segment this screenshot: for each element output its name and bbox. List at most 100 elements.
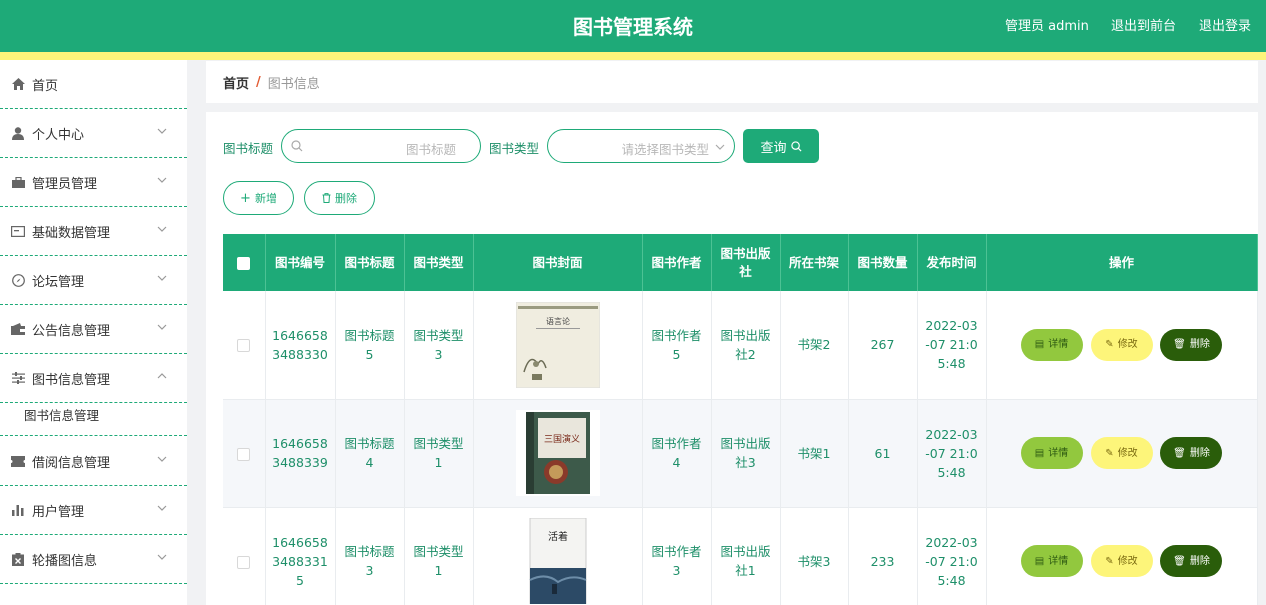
trash-icon: 🗑 (1173, 555, 1186, 567)
doc-icon: ▤ (1034, 555, 1045, 567)
table-header: 图书标题 (335, 234, 405, 291)
query-button-label: 查询 (760, 140, 787, 156)
detail-button-label: 详情 (1048, 339, 1069, 351)
table-row: 1646658 3488339 图书标题 4 图书类型 1 三国演义 图书作者 … (223, 399, 1258, 508)
row-checkbox[interactable] (237, 555, 251, 569)
book-type-cell: 图书类型 3 (404, 291, 474, 400)
breadcrumb-current: 图书信息 (267, 76, 320, 92)
breadcrumb-separator: / (256, 74, 261, 90)
trash-icon (322, 193, 331, 203)
detail-button-label: 详情 (1048, 555, 1069, 567)
chevron-down-icon (157, 456, 167, 462)
delete-button[interactable]: 🗑 删除 (1160, 545, 1223, 577)
sidebar-item-forum[interactable]: 论坛管理 (0, 256, 187, 305)
pencil-icon: ✎ (1105, 339, 1114, 351)
trash-icon: 🗑 (1173, 447, 1186, 459)
book-publisher-cell: 图书出版 社1 (711, 507, 781, 605)
table-row: 1646658 3488331 5 图书标题 3 图书类型 1 活着 图书作者 … (223, 507, 1258, 605)
sidebar-item-basic-data[interactable]: 基础数据管理 (0, 207, 187, 256)
title-search-placeholder: 图书标题 (405, 142, 456, 157)
book-cover-image: 语言论 (515, 301, 600, 388)
book-id-cell: 1646658 3488331 5 (265, 507, 336, 605)
cover-title-text: 语言论 (546, 316, 570, 326)
book-cover-cell: 语言论 (473, 291, 643, 400)
sidebar-item-borrow[interactable]: 借阅信息管理 (0, 437, 187, 486)
book-qty-cell: 267 (848, 291, 918, 400)
delete-button-label: 删除 (1189, 447, 1210, 459)
book-author-cell: 图书作者 5 (642, 291, 712, 400)
sliders-icon (11, 371, 25, 385)
delete-button[interactable]: 🗑 删除 (1160, 328, 1223, 361)
header-accent-strip (0, 52, 1266, 60)
breadcrumb-home[interactable]: 首页 (223, 73, 249, 92)
add-button[interactable]: + 新增 (223, 181, 294, 215)
user-icon (11, 126, 25, 140)
sidebar-item-label: 公告信息管理 (32, 323, 111, 339)
type-select-placeholder: 请选择图书类型 (621, 142, 709, 157)
table-row: 1646658 3488330 图书标题 5 图书类型 3 语言论 图书作者 5 (223, 291, 1258, 400)
sidebar-item-label: 借阅信息管理 (32, 455, 111, 471)
detail-button[interactable]: ▤ 详情 (1020, 437, 1083, 469)
table-header: 图书编号 (265, 234, 336, 291)
main-panel: 图书标题 图书标题 图书类型 请选择图书类型 查询 + 新增 删除 图书编号 图… (206, 112, 1258, 605)
sidebar-item-announcement[interactable]: 公告信息管理 (0, 305, 187, 354)
book-type-cell: 图书类型 1 (404, 507, 474, 605)
chevron-down-icon (157, 128, 167, 134)
sidebar-subitem-book-info[interactable]: 图书信息管理 (0, 393, 187, 436)
sidebar-item-home[interactable]: 首页 (0, 60, 187, 109)
book-table: 图书编号 图书标题 图书类型 图书封面 图书作者 图书出版社 所在书架 图书数量… (223, 234, 1258, 605)
row-checkbox[interactable] (237, 339, 251, 353)
edit-button-label: 修改 (1117, 339, 1138, 351)
book-qty-cell: 61 (848, 399, 918, 508)
edit-button[interactable]: ✎ 修改 (1090, 328, 1153, 361)
edit-button-label: 修改 (1117, 555, 1138, 567)
sidebar-item-label: 用户管理 (32, 504, 85, 520)
detail-button[interactable]: ▤ 详情 (1020, 328, 1083, 361)
edit-button-label: 修改 (1117, 447, 1138, 459)
chevron-down-icon (157, 554, 167, 560)
sidebar-item-users[interactable]: 用户管理 (0, 486, 187, 535)
sidebar-item-label: 论坛管理 (32, 274, 85, 290)
book-title-cell: 图书标题 3 (335, 507, 405, 605)
chevron-down-icon (715, 144, 725, 150)
pencil-icon: ✎ (1105, 447, 1114, 459)
sidebar-item-profile[interactable]: 个人中心 (0, 109, 187, 158)
admin-user-label[interactable]: 管理员 admin (1005, 15, 1089, 34)
chevron-up-icon (157, 373, 167, 379)
chevron-down-icon (157, 226, 167, 232)
edit-button[interactable]: ✎ 修改 (1090, 545, 1153, 577)
book-cover-image: 活着 (515, 518, 600, 604)
detail-button[interactable]: ▤ 详情 (1020, 545, 1083, 577)
breadcrumb: 首页 / 图书信息 (206, 61, 1258, 103)
compass-icon (11, 273, 25, 287)
type-select[interactable]: 请选择图书类型 (547, 129, 735, 163)
doc-icon: ▤ (1034, 339, 1045, 351)
logout-link[interactable]: 退出登录 (1199, 15, 1251, 34)
sidebar-item-carousel[interactable]: 轮播图信息 (0, 535, 187, 584)
sidebar-item-admin[interactable]: 管理员管理 (0, 158, 187, 207)
book-cover-cell: 活着 (473, 507, 643, 605)
publish-time-cell: 2022-03 -07 21:0 5:48 (917, 291, 987, 400)
batch-delete-button[interactable]: 删除 (304, 181, 375, 215)
title-search-input[interactable]: 图书标题 (281, 129, 481, 163)
delete-button[interactable]: 🗑 删除 (1160, 437, 1223, 469)
publish-time-cell: 2022-03 -07 21:0 5:48 (917, 399, 987, 508)
home-icon (11, 77, 25, 91)
book-id-cell: 1646658 3488330 (265, 291, 336, 400)
select-all-checkbox[interactable] (237, 256, 251, 270)
book-title-cell: 图书标题 4 (335, 399, 405, 508)
table-header: 图书数量 (848, 234, 918, 291)
book-id-cell: 1646658 3488339 (265, 399, 336, 508)
table-header: 图书出版社 (711, 234, 781, 291)
query-button[interactable]: 查询 (743, 129, 819, 163)
cover-title-text: 三国演义 (543, 433, 579, 445)
book-title-cell: 图书标题 5 (335, 291, 405, 400)
table-header: 图书作者 (642, 234, 712, 291)
chevron-down-icon (157, 177, 167, 183)
row-checkbox[interactable] (237, 447, 251, 461)
pencil-icon: ✎ (1105, 555, 1114, 567)
exit-to-front-link[interactable]: 退出到前台 (1111, 15, 1176, 34)
edit-button[interactable]: ✎ 修改 (1090, 437, 1153, 469)
select-all-cell[interactable] (223, 234, 266, 291)
row-actions-cell: ▤ 详情 ✎ 修改 🗑 删除 (986, 291, 1258, 400)
